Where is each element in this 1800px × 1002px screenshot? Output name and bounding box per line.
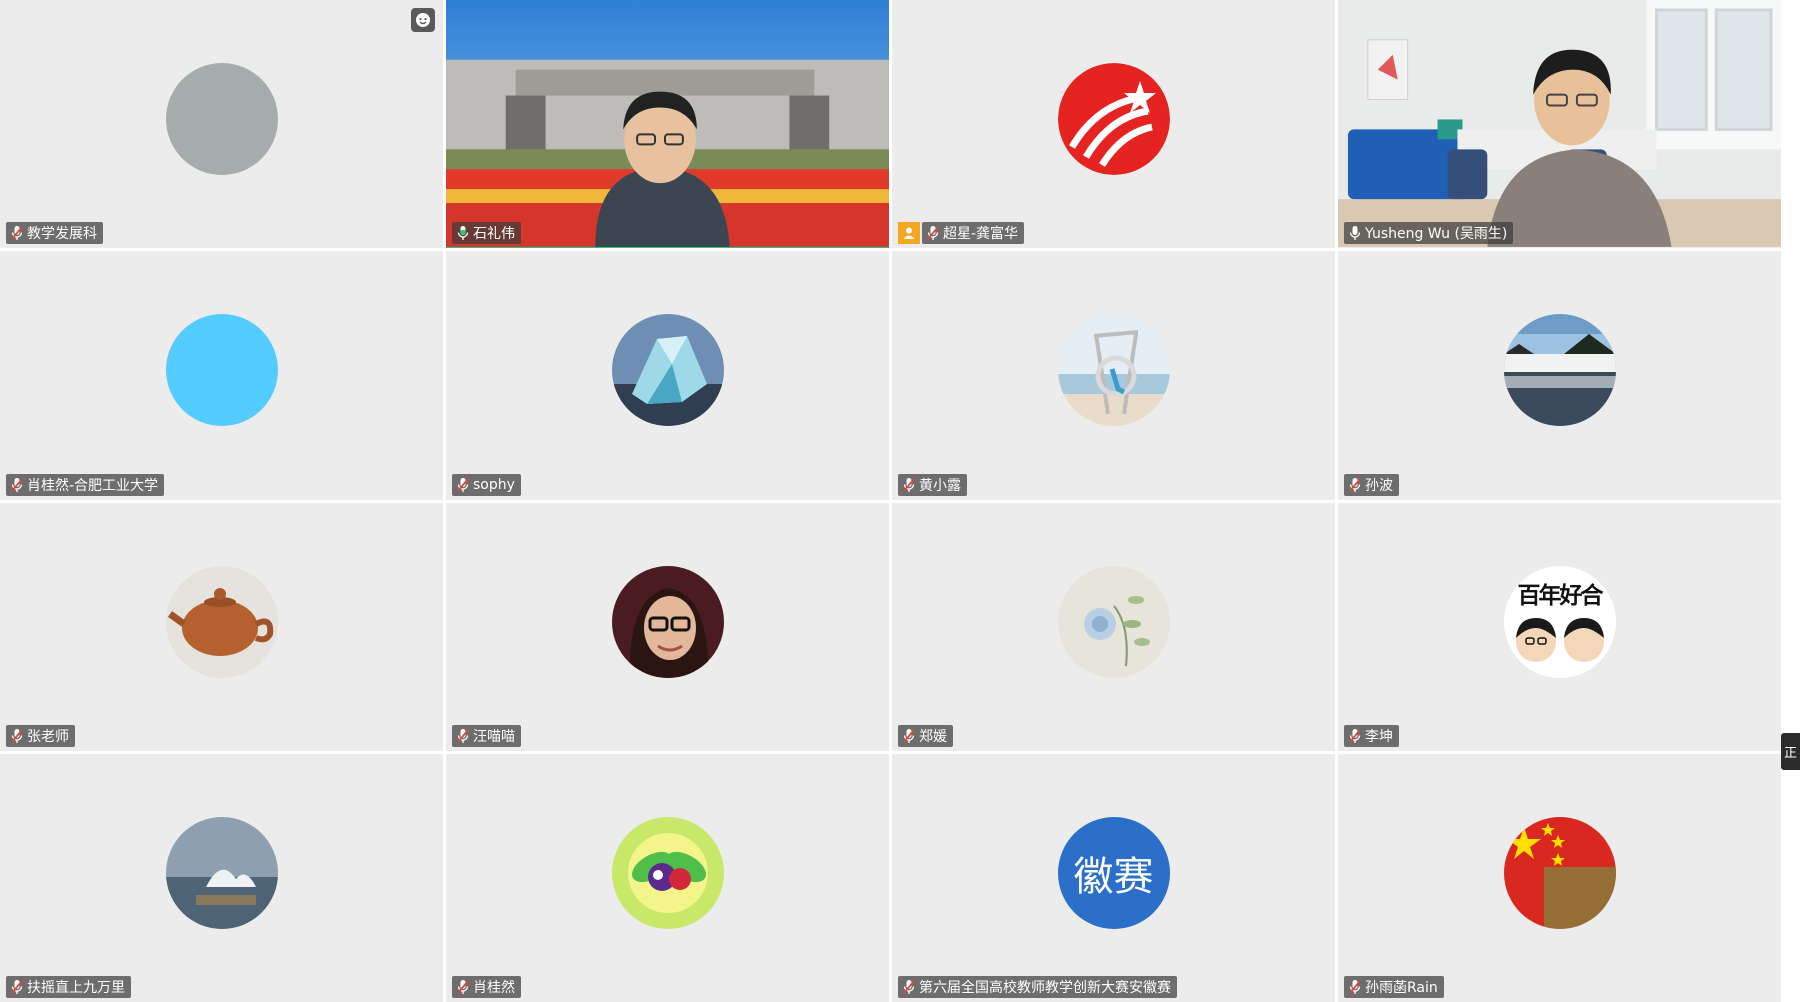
mic-muted-icon xyxy=(456,477,470,493)
avatar xyxy=(1057,314,1170,427)
participant-name: 张老师 xyxy=(27,728,69,745)
participant-nameplate: 第六届全国高校教师教学创新大赛安徽赛 xyxy=(898,976,1177,998)
participant-name: 石礼伟 xyxy=(473,226,515,243)
participant-name: 孙波 xyxy=(1365,477,1393,494)
participant-tile[interactable]: 肖桂然 xyxy=(446,753,889,1002)
participant-nameplate: 孙波 xyxy=(1344,473,1399,496)
mic-muted-icon xyxy=(456,728,470,744)
side-panel-tab[interactable]: 正 xyxy=(1781,733,1800,770)
participant-name: 孙雨菡Rain xyxy=(1365,980,1438,996)
mic-speaking-icon xyxy=(456,225,470,241)
avatar xyxy=(165,63,278,176)
mic-muted-icon xyxy=(926,225,940,241)
participant-name: 第六届全国高校教师教学创新大赛安徽赛 xyxy=(919,980,1171,996)
avatar xyxy=(165,816,278,929)
participant-name: 扶摇直上九万里 xyxy=(27,980,125,996)
avatar-caption: 百年好合 xyxy=(1517,582,1604,609)
participant-tile[interactable]: 郑媛 xyxy=(892,502,1335,751)
mic-muted-icon xyxy=(10,225,24,241)
host-icon xyxy=(898,222,920,245)
avatar xyxy=(1503,816,1616,929)
participant-tile[interactable]: 肖桂然-合肥工业大学 xyxy=(0,251,443,500)
mic-muted-icon xyxy=(1348,728,1362,744)
participant-name: 李坤 xyxy=(1365,728,1393,745)
participant-name: Yusheng Wu (吴雨生) xyxy=(1365,226,1508,243)
participant-tile[interactable]: 汪喵喵 xyxy=(446,502,889,751)
participant-nameplate: 郑媛 xyxy=(898,724,953,747)
avatar xyxy=(1503,314,1616,427)
participant-tile[interactable]: sophy xyxy=(446,251,889,500)
video-feed xyxy=(1338,0,1781,247)
participant-tile[interactable]: 张老师 xyxy=(0,502,443,751)
mic-muted-icon xyxy=(902,477,916,493)
avatar xyxy=(165,565,278,678)
video-feed xyxy=(446,0,889,247)
participant-tile[interactable]: 超星-龚富华 xyxy=(892,0,1335,249)
participant-nameplate: 扶摇直上九万里 xyxy=(6,976,131,998)
participant-nameplate: 孙雨菡Rain xyxy=(1344,976,1444,998)
participant-tile[interactable]: 孙波 xyxy=(1338,251,1781,500)
participant-tile[interactable]: 孙雨菡Rain xyxy=(1338,753,1781,1002)
avatar: 百年好合 xyxy=(1503,565,1616,678)
participant-tile[interactable]: 教学发展科 xyxy=(0,0,443,249)
participant-name: 超星-龚富华 xyxy=(943,226,1019,243)
mic-icon xyxy=(1348,225,1362,241)
participant-nameplate: 石礼伟 xyxy=(452,222,521,245)
reaction-icon[interactable] xyxy=(411,8,435,32)
avatar-initials: 徽赛 xyxy=(1073,853,1154,900)
participant-nameplate: Yusheng Wu (吴雨生) xyxy=(1344,222,1514,245)
participant-name: 教学发展科 xyxy=(27,226,97,243)
participant-nameplate: 张老师 xyxy=(6,724,75,747)
avatar: 徽赛 xyxy=(1057,816,1170,929)
participant-name: 黄小露 xyxy=(919,477,961,494)
participant-nameplate: 教学发展科 xyxy=(6,222,103,245)
participant-name: sophy xyxy=(473,476,515,493)
participant-nameplate: 肖桂然 xyxy=(452,976,521,998)
mic-muted-icon xyxy=(10,477,24,493)
avatar xyxy=(165,314,278,427)
participant-nameplate: 汪喵喵 xyxy=(452,724,521,747)
participant-nameplate: sophy xyxy=(452,473,521,496)
mic-muted-icon xyxy=(902,979,916,995)
video-grid: 教学发展科 石礼伟 超星-龚富华 Yusheng Wu (吴雨生) 肖桂然-合肥… xyxy=(0,0,1781,1002)
participant-nameplate: 李坤 xyxy=(1344,724,1399,747)
avatar xyxy=(1057,63,1170,176)
mic-muted-icon xyxy=(10,728,24,744)
participant-name: 郑媛 xyxy=(919,728,947,745)
avatar xyxy=(611,314,724,427)
participant-tile[interactable]: 徽赛 第六届全国高校教师教学创新大赛安徽赛 xyxy=(892,753,1335,1002)
mic-muted-icon xyxy=(1348,477,1362,493)
participant-name: 肖桂然 xyxy=(473,980,515,996)
participant-tile[interactable]: 黄小露 xyxy=(892,251,1335,500)
participant-name: 汪喵喵 xyxy=(473,728,515,745)
mic-muted-icon xyxy=(456,979,470,995)
avatar xyxy=(611,816,724,929)
participant-nameplate: 黄小露 xyxy=(898,473,967,496)
participant-tile-active-speaker[interactable]: 石礼伟 xyxy=(446,0,889,249)
participant-tile[interactable]: Yusheng Wu (吴雨生) xyxy=(1338,0,1781,249)
avatar xyxy=(1057,565,1170,678)
mic-muted-icon xyxy=(902,728,916,744)
participant-nameplate: 肖桂然-合肥工业大学 xyxy=(6,473,165,496)
participant-name: 肖桂然-合肥工业大学 xyxy=(27,477,159,494)
participant-tile[interactable]: 百年好合 李坤 xyxy=(1338,502,1781,751)
participant-tile[interactable]: 扶摇直上九万里 xyxy=(0,753,443,1002)
mic-muted-icon xyxy=(1348,979,1362,995)
mic-muted-icon xyxy=(10,979,24,995)
participant-nameplate: 超星-龚富华 xyxy=(922,222,1025,245)
avatar xyxy=(611,565,724,678)
